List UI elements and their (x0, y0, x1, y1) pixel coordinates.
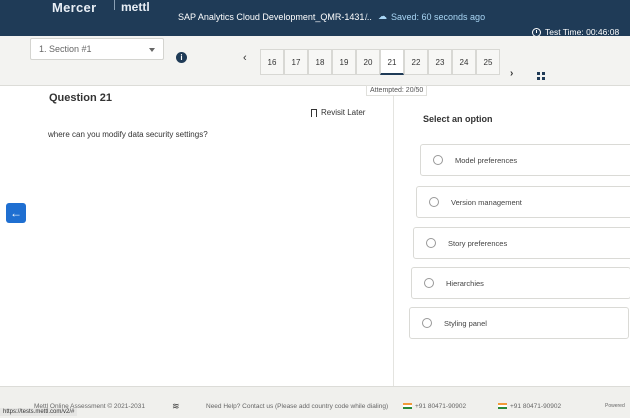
radio-button[interactable] (426, 238, 436, 248)
previous-questions-button[interactable]: ‹ (243, 52, 247, 64)
radio-button[interactable] (429, 197, 439, 207)
panel-divider (393, 96, 394, 386)
radio-button[interactable] (424, 278, 434, 288)
question-text: where can you modify data security setti… (48, 130, 208, 139)
question-number-19[interactable]: 19 (332, 49, 356, 75)
next-questions-button[interactable]: › (510, 68, 513, 79)
question-number-24[interactable]: 24 (452, 49, 476, 75)
question-panel: Attempted: 20/50 Question 21 Revisit Lat… (0, 85, 630, 386)
option-4[interactable]: Hierarchies (411, 267, 630, 299)
question-number-strip: 16 17 18 19 20 21 22 23 24 25 (260, 49, 500, 75)
option-label: Hierarchies (446, 278, 484, 288)
browser-status-url: https://tests.mettl.com/v2/# (0, 408, 78, 416)
options-heading: Select an option (423, 114, 493, 124)
bookmark-icon (311, 108, 317, 117)
question-navigation: 1. Section #1 i ‹ 16 17 18 19 20 21 22 23 24 25 › (0, 36, 630, 86)
radio-button[interactable] (433, 155, 443, 165)
phone-number-2-text: +91 80471-90902 (510, 403, 562, 410)
section-dropdown-value: 1. Section #1 (39, 44, 92, 54)
phone-number-1[interactable]: +91 80471-90902 (403, 403, 466, 410)
question-title: Question 21 (49, 92, 112, 104)
footer: Mettl Online Assessment © 2021-2031 ≋ Ne… (0, 386, 630, 418)
info-icon[interactable]: i (176, 52, 187, 63)
chevron-down-icon (149, 48, 155, 52)
india-flag-icon (403, 403, 412, 410)
question-number-25[interactable]: 25 (476, 49, 500, 75)
header-bar: Mercer mettl SAP Analytics Cloud Develop… (0, 0, 630, 37)
test-title: SAP Analytics Cloud Development_QMR-1431… (178, 12, 372, 22)
question-number-21[interactable]: 21 (380, 49, 404, 75)
wifi-icon: ≋ (172, 401, 180, 411)
question-number-22[interactable]: 22 (404, 49, 428, 75)
back-arrow-button[interactable]: ← (6, 203, 26, 223)
option-label: Model preferences (455, 155, 518, 165)
option-label: Styling panel (444, 318, 487, 328)
phone-number-2[interactable]: +91 80471-90902 (498, 403, 561, 410)
revisit-later-label: Revisit Later (321, 108, 366, 117)
option-5[interactable]: Styling panel (409, 307, 629, 339)
question-number-23[interactable]: 23 (428, 49, 452, 75)
cloud-check-icon: ☁ (378, 11, 387, 21)
option-3[interactable]: Story preferences (413, 227, 630, 259)
powered-by-text: Powered (605, 403, 625, 409)
radio-button[interactable] (422, 318, 432, 328)
option-2[interactable]: Version management (416, 186, 630, 218)
title-separator: / (365, 12, 368, 22)
attempted-count: Attempted: 20/50 (366, 85, 428, 96)
question-number-20[interactable]: 20 (356, 49, 380, 75)
save-status-text: Saved: 60 seconds ago (391, 11, 486, 22)
save-status: ☁ Saved: 60 seconds ago (378, 11, 485, 22)
question-number-17[interactable]: 17 (284, 49, 308, 75)
brand-divider (114, 0, 115, 10)
help-text: Need Help? Contact us (Please add countr… (206, 403, 389, 410)
option-1[interactable]: Model preferences (420, 144, 630, 176)
question-number-18[interactable]: 18 (308, 49, 332, 75)
revisit-later-button[interactable]: Revisit Later (311, 108, 365, 117)
brand-logo-mettl: mettl (121, 0, 150, 14)
option-label: Version management (451, 197, 522, 207)
section-dropdown[interactable]: 1. Section #1 (30, 38, 164, 60)
grid-view-icon[interactable] (537, 72, 545, 80)
india-flag-icon (498, 403, 507, 410)
option-label: Story preferences (448, 238, 508, 248)
phone-number-1-text: +91 80471-90902 (415, 403, 467, 410)
question-number-16[interactable]: 16 (260, 49, 284, 75)
brand-logo-mercer: Mercer (52, 0, 97, 15)
